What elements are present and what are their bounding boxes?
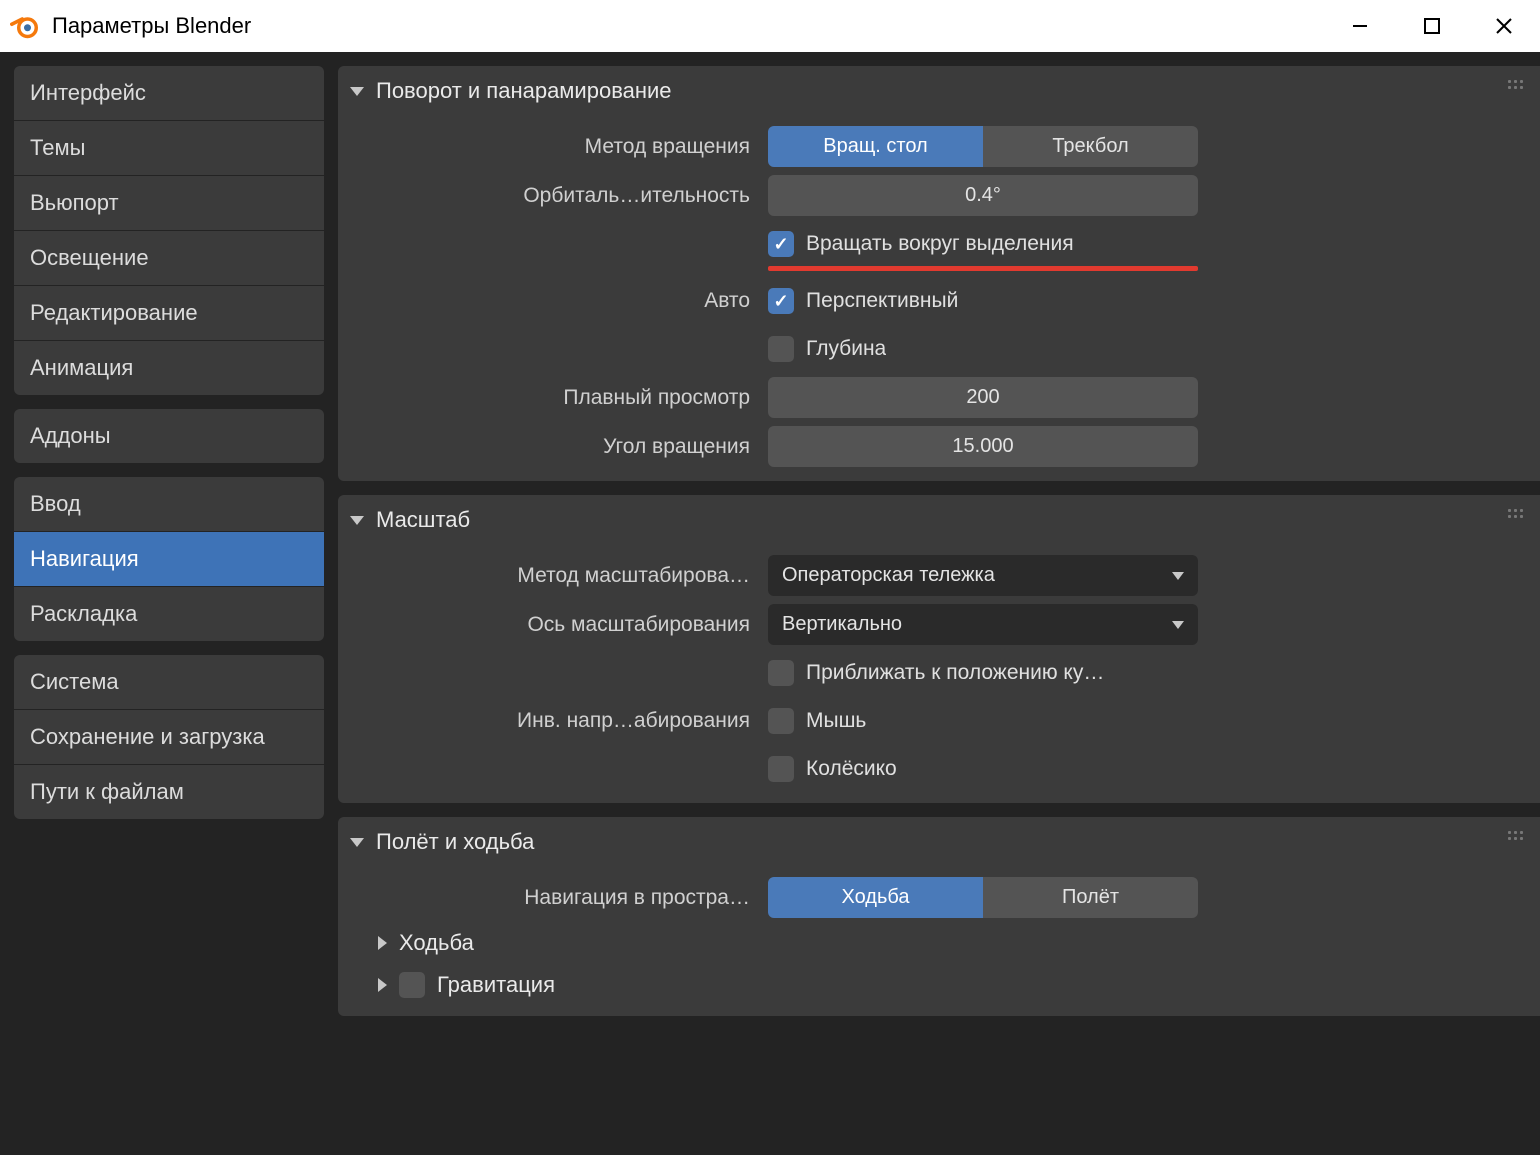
main-content: Поворот и панарамирование Метод вращения… bbox=[338, 66, 1540, 1155]
label-rotation-angle: Угол вращения bbox=[338, 435, 768, 459]
sidebar-item-animation[interactable]: Анимация bbox=[14, 341, 324, 395]
auto-perspective-checkbox[interactable] bbox=[768, 288, 794, 314]
label-zoom-method: Метод масштабирова… bbox=[338, 564, 768, 588]
view-navigation-toggle[interactable]: Ходьба Полёт bbox=[768, 877, 1198, 918]
auto-depth-label: Глубина bbox=[806, 337, 886, 361]
label-invert-zoom: Инв. напр…абирования bbox=[338, 709, 768, 733]
panel-zoom: Масштаб Метод масштабирова… Операторская… bbox=[338, 495, 1540, 803]
zoom-to-mouse-label: Приближать к положению ку… bbox=[806, 661, 1104, 685]
panel-fly-walk: Полёт и ходьба Навигация в простра… Ходь… bbox=[338, 817, 1540, 1016]
close-button[interactable] bbox=[1468, 0, 1540, 52]
drag-handle-icon[interactable] bbox=[1508, 509, 1530, 523]
panel-header-zoom[interactable]: Масштаб bbox=[338, 495, 1540, 551]
seg-turntable[interactable]: Вращ. стол bbox=[768, 126, 983, 167]
chevron-right-icon bbox=[378, 978, 387, 992]
chevron-down-icon bbox=[1172, 572, 1184, 580]
chevron-right-icon bbox=[378, 936, 387, 950]
zoom-method-select[interactable]: Операторская тележка bbox=[768, 555, 1198, 596]
maximize-button[interactable] bbox=[1396, 0, 1468, 52]
titlebar: Параметры Blender bbox=[0, 0, 1540, 52]
orbit-around-selection-label: Вращать вокруг выделения bbox=[806, 232, 1074, 256]
sidebar-item-navigation[interactable]: Навигация bbox=[14, 532, 324, 587]
subpanel-walk[interactable]: Ходьба bbox=[338, 922, 1540, 964]
rotation-method-toggle[interactable]: Вращ. стол Трекбол bbox=[768, 126, 1198, 167]
window-title: Параметры Blender bbox=[52, 13, 251, 39]
sidebar-item-saveload[interactable]: Сохранение и загрузка bbox=[14, 710, 324, 765]
invert-wheel-checkbox[interactable] bbox=[768, 756, 794, 782]
invert-mouse-checkbox[interactable] bbox=[768, 708, 794, 734]
label-zoom-axis: Ось масштабирования bbox=[338, 613, 768, 637]
sidebar-item-keymap[interactable]: Раскладка bbox=[14, 587, 324, 641]
zoom-axis-select[interactable]: Вертикально bbox=[768, 604, 1198, 645]
sidebar: Интерфейс Темы Вьюпорт Освещение Редакти… bbox=[14, 66, 324, 1155]
auto-depth-checkbox[interactable] bbox=[768, 336, 794, 362]
auto-perspective-label: Перспективный bbox=[806, 289, 958, 313]
seg-walk[interactable]: Ходьба bbox=[768, 877, 983, 918]
panel-orbit-pan: Поворот и панарамирование Метод вращения… bbox=[338, 66, 1540, 481]
invert-mouse-label: Мышь bbox=[806, 709, 866, 733]
sidebar-item-filepaths[interactable]: Пути к файлам bbox=[14, 765, 324, 819]
drag-handle-icon[interactable] bbox=[1508, 831, 1530, 845]
subpanel-gravity[interactable]: Гравитация bbox=[338, 964, 1540, 1006]
sidebar-item-addons[interactable]: Аддоны bbox=[14, 409, 324, 463]
seg-trackball[interactable]: Трекбол bbox=[983, 126, 1198, 167]
label-orbit-sensitivity: Орбиталь…ительность bbox=[338, 184, 768, 208]
label-auto: Авто bbox=[338, 289, 768, 313]
rotation-angle-field[interactable]: 15.000 bbox=[768, 426, 1198, 467]
smooth-view-field[interactable]: 200 bbox=[768, 377, 1198, 418]
blender-logo-icon bbox=[8, 10, 40, 42]
sidebar-item-system[interactable]: Система bbox=[14, 655, 324, 710]
highlight-underline bbox=[768, 266, 1198, 271]
label-rotation-method: Метод вращения bbox=[338, 135, 768, 159]
sidebar-item-viewport[interactable]: Вьюпорт bbox=[14, 176, 324, 231]
orbit-around-selection-checkbox[interactable] bbox=[768, 231, 794, 257]
sidebar-item-input[interactable]: Ввод bbox=[14, 477, 324, 532]
sidebar-item-interface[interactable]: Интерфейс bbox=[14, 66, 324, 121]
panel-header-orbit[interactable]: Поворот и панарамирование bbox=[338, 66, 1540, 122]
chevron-down-icon bbox=[1172, 621, 1184, 629]
sidebar-item-editing[interactable]: Редактирование bbox=[14, 286, 324, 341]
invert-wheel-label: Колёсико bbox=[806, 757, 897, 781]
drag-handle-icon[interactable] bbox=[1508, 80, 1530, 94]
chevron-down-icon bbox=[350, 516, 364, 525]
seg-fly[interactable]: Полёт bbox=[983, 877, 1198, 918]
minimize-button[interactable] bbox=[1324, 0, 1396, 52]
chevron-down-icon bbox=[350, 838, 364, 847]
panel-header-flywalk[interactable]: Полёт и ходьба bbox=[338, 817, 1540, 873]
sidebar-item-lights[interactable]: Освещение bbox=[14, 231, 324, 286]
label-view-navigation: Навигация в простра… bbox=[338, 886, 768, 910]
gravity-checkbox[interactable] bbox=[399, 972, 425, 998]
sidebar-item-themes[interactable]: Темы bbox=[14, 121, 324, 176]
orbit-sensitivity-field[interactable]: 0.4° bbox=[768, 175, 1198, 216]
chevron-down-icon bbox=[350, 87, 364, 96]
zoom-to-mouse-checkbox[interactable] bbox=[768, 660, 794, 686]
label-smooth-view: Плавный просмотр bbox=[338, 386, 768, 410]
